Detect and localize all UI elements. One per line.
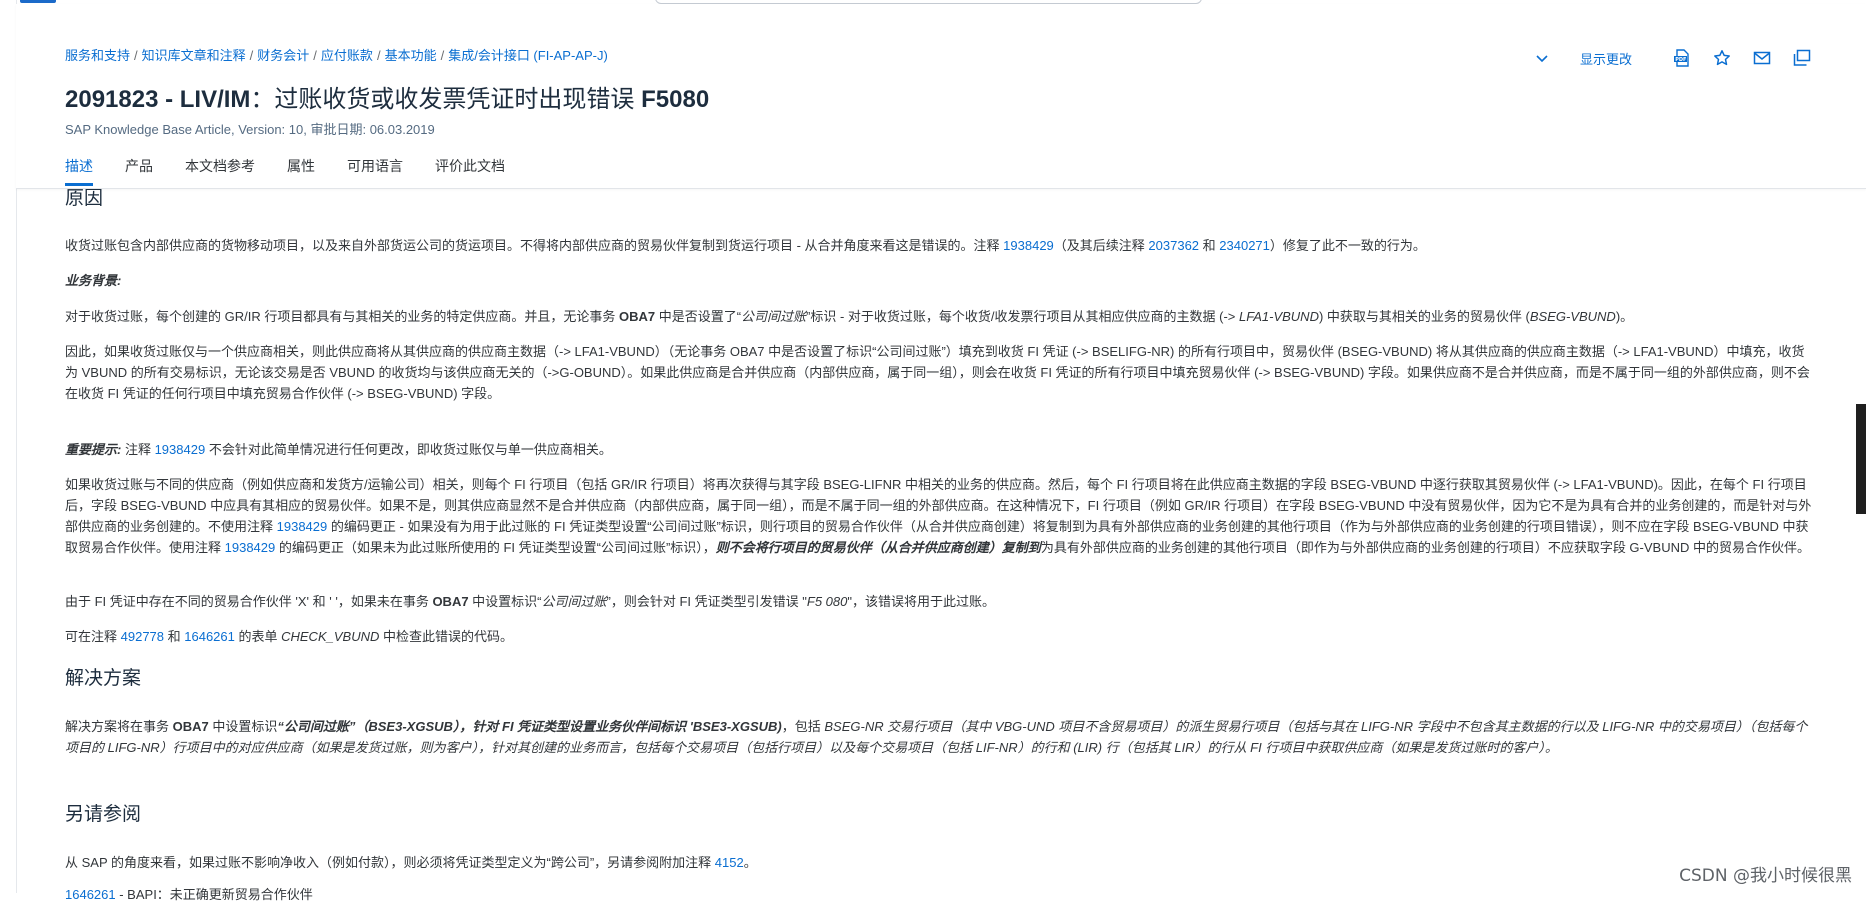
header-actions: 显示更改 PDF: [1534, 48, 1812, 68]
svg-text:PDF: PDF: [1675, 57, 1686, 63]
article-header: 服务和支持 / 知识库文章和注释 / 财务会计 / 应付账款 / 基本功能 / 集成/会计接口 (F…: [16, 4, 1866, 189]
article-title-text: ：过账收货或收发票凭证时出现错误: [250, 86, 642, 113]
side-feedback-tab[interactable]: [1856, 404, 1866, 514]
section-heading: 解决方案: [65, 668, 142, 689]
tab-products[interactable]: 产品: [125, 156, 153, 186]
note-link[interactable]: 4152: [715, 855, 744, 870]
cause-paragraph-6: 由于 FI 凭证中存在不同的贸易合作伙伴 'X' 和 ' '，如果未在事务 OB…: [65, 594, 995, 609]
star-icon[interactable]: [1712, 48, 1732, 68]
tab-bar: 描述 产品 本文档参考 属性 可用语言 评价此文档: [65, 156, 537, 186]
note-link[interactable]: 492778: [121, 629, 164, 644]
breadcrumb-item[interactable]: 应付账款: [321, 48, 373, 63]
article-number: 2091823 - LIV/IM: [65, 86, 251, 113]
show-changes-button[interactable]: 显示更改: [1580, 49, 1632, 68]
cause-heading: 原因: [65, 186, 1817, 212]
cause-paragraph-5: 如果收货过账与不同的供应商（例如供应商和发货方/运输公司）相关，则每个 FI 行…: [65, 477, 1812, 555]
error-code: F5080: [641, 86, 710, 113]
note-link[interactable]: 2037362: [1148, 238, 1199, 253]
article-meta: SAP Knowledge Base Article, Version: 10,…: [65, 122, 435, 137]
breadcrumb-item[interactable]: 服务和支持: [65, 48, 130, 63]
tab-languages[interactable]: 可用语言: [347, 156, 403, 186]
note-link[interactable]: 1938429: [1003, 238, 1054, 253]
note-link[interactable]: 1938429: [225, 540, 276, 555]
breadcrumb-item[interactable]: 基本功能: [385, 48, 437, 63]
note-link[interactable]: 1938429: [155, 442, 206, 457]
top-left-indicator: [20, 0, 56, 3]
pdf-icon[interactable]: PDF: [1672, 48, 1692, 68]
note-link[interactable]: 1646261: [184, 629, 235, 644]
copy-icon[interactable]: [1792, 48, 1812, 68]
tab-attributes[interactable]: 属性: [287, 156, 315, 186]
cause-paragraph-2: 对于收货过账，每个创建的 GR/IR 行项目都具有与其相关的业务的特定供应商。并…: [65, 309, 1634, 324]
note-link[interactable]: 2340271: [1219, 238, 1270, 253]
tab-rate-document[interactable]: 评价此文档: [435, 156, 505, 186]
section-heading: 另请参阅: [65, 804, 142, 825]
breadcrumb: 服务和支持 / 知识库文章和注释 / 财务会计 / 应付账款 / 基本功能 / 集成/会计接口 (F…: [65, 48, 608, 63]
breadcrumb-item[interactable]: 知识库文章和注释: [142, 48, 246, 63]
business-background-label: 业务背景:: [65, 273, 122, 288]
tab-description[interactable]: 描述: [65, 156, 93, 186]
section-heading: 原因: [65, 188, 104, 209]
see-also-paragraph: 从 SAP 的角度来看，如果过账不影响净收入（例如付款），则必须将凭证类型定义为…: [65, 855, 757, 870]
cause-paragraph-7: 可在注释 492778 和 1646261 的表单 CHECK_VBUND 中检…: [65, 629, 513, 644]
note-link[interactable]: 1938429: [277, 519, 328, 534]
mail-icon[interactable]: [1752, 48, 1772, 68]
see-also-heading: 另请参阅: [65, 802, 1817, 828]
chevron-down-icon[interactable]: [1534, 50, 1550, 66]
breadcrumb-item[interactable]: 集成/会计接口 (FI-AP-AP-J): [448, 48, 608, 63]
page-title: 2091823 - LIV/IM：过账收货或收发票凭证时出现错误 F5080: [65, 79, 709, 114]
note-link[interactable]: 1646261: [65, 887, 116, 902]
solution-heading: 解决方案: [65, 666, 1817, 692]
important-note: 重要提示: 注释 1938429 不会针对此简单情况进行任何更改，即收货过账仅与…: [65, 442, 612, 457]
solution-paragraph: 解决方案将在事务 OBA7 中设置标识“公司间过账”（BSE3-XGSUB），针…: [65, 719, 1808, 755]
cause-paragraph-1: 收货过账包含内部供应商的货物移动项目，以及来自外部货运公司的货运项目。不得将内部…: [65, 238, 1426, 253]
cause-paragraph-3: 因此，如果收货过账仅与一个供应商相关，则此供应商将从其供应商的供应商主数据（->…: [65, 344, 1810, 401]
breadcrumb-item[interactable]: 财务会计: [257, 48, 309, 63]
watermark: CSDN @我小时候很黑: [1679, 866, 1852, 886]
tab-references[interactable]: 本文档参考: [185, 156, 255, 186]
see-also-note-item: 1646261 - BAPI：未正确更新贸易合作伙伴: [65, 887, 313, 902]
